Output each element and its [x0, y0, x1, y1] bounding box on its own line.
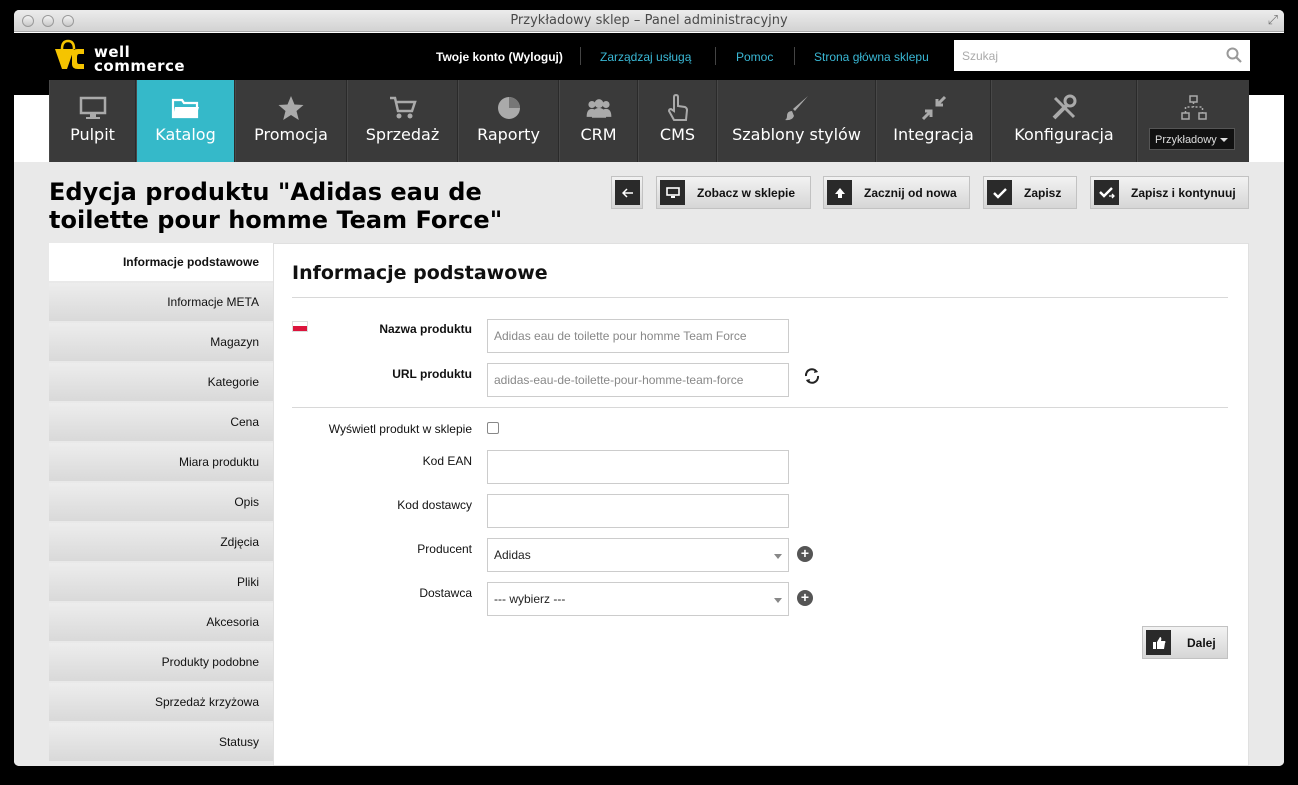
supplier-code-label: Kod dostawcy — [397, 498, 472, 512]
sidebar-item-statusy[interactable]: Statusy — [49, 723, 273, 761]
nav-item-integracja[interactable]: Integracja — [876, 80, 991, 162]
divider — [794, 47, 795, 65]
arrow-left-icon — [615, 180, 640, 205]
monitor-icon — [78, 94, 108, 122]
check-icon — [987, 180, 1012, 205]
ean-label: Kod EAN — [422, 454, 472, 468]
check-arrow-icon — [1094, 180, 1119, 205]
search-input[interactable] — [954, 40, 1214, 71]
nav-item-katalog[interactable]: Katalog — [136, 80, 235, 162]
monitor-icon — [660, 180, 685, 205]
nav-item-pulpit[interactable]: Pulpit — [49, 80, 136, 162]
product-sections-sidebar: Informacje podstawowe Informacje META Ma… — [49, 243, 273, 763]
main-nav: Pulpit Katalog Promocja Sprzedaż Raporty — [49, 80, 1249, 162]
close-window-button[interactable] — [22, 15, 34, 27]
producer-select[interactable]: Adidas — [487, 538, 789, 572]
window-title: Przykładowy sklep – Panel administracyjn… — [510, 13, 788, 28]
supplier-code-input[interactable] — [487, 494, 789, 528]
pie-chart-icon — [494, 94, 524, 122]
search-icon[interactable] — [1226, 47, 1242, 63]
brush-icon — [782, 94, 812, 122]
divider — [292, 297, 1228, 298]
sidebar-item-produkty-podobne[interactable]: Produkty podobne — [49, 643, 273, 681]
store-select[interactable]: Przykładowy — [1149, 128, 1235, 150]
page-title: Edycja produktu "Adidas eau de toilette … — [49, 178, 503, 234]
star-icon — [276, 94, 306, 122]
sidebar-item-akcesoria[interactable]: Akcesoria — [49, 603, 273, 641]
manage-service-link[interactable]: Zarządzaj usługą — [600, 50, 691, 64]
sidebar-item-informacje-meta[interactable]: Informacje META — [49, 283, 273, 321]
account-link[interactable]: Twoje konto (Wyloguj) — [436, 50, 563, 64]
nav-item-szablony[interactable]: Szablony stylów — [717, 80, 876, 162]
logout-link[interactable]: (Wyloguj) — [508, 50, 562, 64]
help-link[interactable]: Pomoc — [736, 50, 773, 64]
product-url-input[interactable]: adidas-eau-de-toilette-pour-homme-team-f… — [487, 363, 789, 397]
fullscreen-icon[interactable]: ⤢ — [1268, 13, 1278, 29]
next-button[interactable]: Dalej — [1142, 626, 1228, 659]
sidebar-item-zdjecia[interactable]: Zdjęcia — [49, 523, 273, 561]
thumbs-up-icon — [1146, 630, 1171, 655]
chevron-down-icon — [1220, 138, 1228, 142]
section-title: Informacje podstawowe — [292, 262, 548, 284]
logo-wordmark: well commerce — [94, 43, 186, 75]
nav-item-raporty[interactable]: Raporty — [458, 80, 559, 162]
zoom-window-button[interactable] — [62, 15, 74, 27]
divider — [292, 407, 1228, 408]
divider — [580, 47, 581, 65]
product-name-label: Nazwa produktu — [379, 322, 472, 336]
show-in-store-label: Wyświetl produkt w sklepie — [328, 422, 472, 436]
sidebar-item-opis[interactable]: Opis — [49, 483, 273, 521]
sidebar-item-sprzedaz-krzyzowa[interactable]: Sprzedaż krzyżowa — [49, 683, 273, 721]
ean-input[interactable] — [487, 450, 789, 484]
nav-item-promocja[interactable]: Promocja — [235, 80, 347, 162]
product-name-input[interactable]: Adidas eau de toilette pour homme Team F… — [487, 319, 789, 353]
chevron-down-icon — [774, 598, 782, 603]
search-box — [954, 40, 1250, 71]
store-home-link[interactable]: Strona główna sklepu — [814, 50, 929, 64]
hand-pointer-icon — [663, 94, 693, 122]
folder-icon — [171, 94, 201, 122]
show-in-store-checkbox[interactable] — [487, 422, 499, 434]
users-icon — [584, 94, 614, 122]
supplier-select[interactable]: --- wybierz --- — [487, 582, 789, 616]
product-url-label: URL produktu — [392, 367, 472, 381]
add-producer-icon[interactable]: + — [797, 546, 813, 562]
nav-item-crm[interactable]: CRM — [559, 80, 638, 162]
chevron-down-icon — [774, 554, 782, 559]
supplier-label: Dostawca — [419, 586, 472, 600]
window-titlebar: Przykładowy sklep – Panel administracyjn… — [14, 10, 1284, 32]
arrow-up-icon — [827, 180, 852, 205]
app-window: Przykładowy sklep – Panel administracyjn… — [14, 10, 1284, 766]
form-panel: Informacje podstawowe Nazwa produktu Adi… — [273, 243, 1249, 766]
back-button[interactable] — [611, 176, 643, 209]
add-supplier-icon[interactable]: + — [797, 590, 813, 606]
restart-button[interactable]: Zacznij od nowa — [823, 176, 970, 209]
save-continue-button[interactable]: Zapisz i kontynuuj — [1090, 176, 1249, 209]
sidebar-item-kategorie[interactable]: Kategorie — [49, 363, 273, 401]
sidebar-item-pliki[interactable]: Pliki — [49, 563, 273, 601]
arrows-in-icon — [919, 94, 949, 122]
sidebar-item-cena[interactable]: Cena — [49, 403, 273, 441]
view-in-store-button[interactable]: Zobacz w sklepie — [656, 176, 811, 209]
logo-icon — [55, 39, 84, 69]
sidebar-item-magazyn[interactable]: Magazyn — [49, 323, 273, 361]
nav-item-konfiguracja[interactable]: Konfiguracja — [991, 80, 1137, 162]
sidebar-item-informacje-podstawowe[interactable]: Informacje podstawowe — [49, 243, 273, 281]
cart-icon — [388, 94, 418, 122]
tools-icon — [1049, 94, 1079, 122]
sidebar-item-miara-produktu[interactable]: Miara produktu — [49, 443, 273, 481]
refresh-icon[interactable] — [803, 367, 821, 385]
sitemap-icon — [1179, 94, 1209, 122]
minimize-window-button[interactable] — [42, 15, 54, 27]
nav-item-sprzedaz[interactable]: Sprzedaż — [347, 80, 458, 162]
save-button[interactable]: Zapisz — [983, 176, 1077, 209]
divider — [715, 47, 716, 65]
nav-item-cms[interactable]: CMS — [638, 80, 717, 162]
producer-label: Producent — [417, 542, 472, 556]
